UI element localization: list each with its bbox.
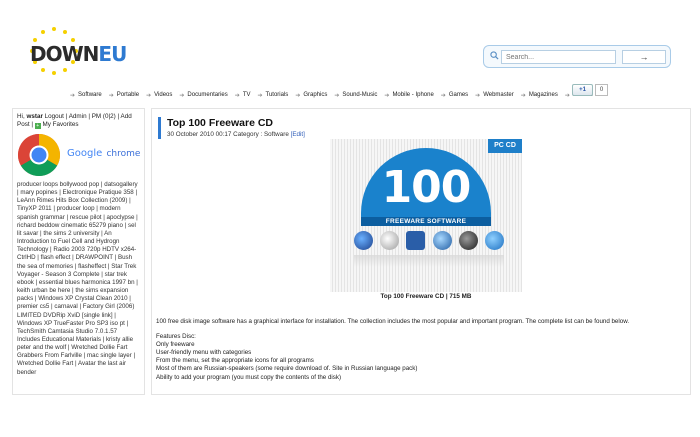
google-plus-one-button[interactable]: +1 xyxy=(572,84,593,96)
sidebar: Hi, wstar Logout | Admin | PM (0|2) | Ad… xyxy=(12,108,145,395)
site-logo[interactable]: DOWNEU xyxy=(18,22,127,80)
nav-item-label: Sound-Music xyxy=(342,92,378,98)
media-player-icon xyxy=(354,231,373,250)
nav-arrow-icon: ➔ xyxy=(475,92,481,99)
nav-arrow-icon: ➔ xyxy=(564,92,570,99)
feature-item: Only freeware xyxy=(156,341,195,349)
nav-item-label: Documentaries xyxy=(187,92,228,98)
chrome-ad-banner[interactable]: Google chrome xyxy=(17,133,140,179)
disc-band: FREEWARE SOFTWARE xyxy=(361,217,491,226)
nav-item-label: Tutorials xyxy=(265,92,289,98)
logo-star-icon xyxy=(52,71,56,75)
nav-item-label: Portable xyxy=(116,92,140,98)
nav-item-magazines[interactable]: ➔ Magazines xyxy=(521,92,558,99)
nav-arrow-icon: ➔ xyxy=(146,92,152,99)
feature-item: User-friendly menu with categories xyxy=(156,349,252,357)
nav-item-tv[interactable]: ➔ TV xyxy=(235,92,251,99)
tag-cloud[interactable]: producer loops bollywood pop | datsogall… xyxy=(17,181,140,377)
nav-arrow-icon: ➔ xyxy=(520,92,526,99)
logo-star-icon xyxy=(63,29,67,34)
nav-arrow-icon: ➔ xyxy=(334,92,340,99)
post-meta: 30 October 2010 00:17 Category : Softwar… xyxy=(167,131,305,138)
logo-star-icon xyxy=(41,29,45,34)
pm-link[interactable]: PM (0|2) xyxy=(92,113,116,120)
nav-arrow-icon: ➔ xyxy=(384,92,390,99)
post-content: Top 100 Freeware CD 30 October 2010 00:1… xyxy=(151,108,691,395)
disc-burner-icon xyxy=(380,231,400,250)
nav-arrow-icon: ➔ xyxy=(257,92,263,99)
nav-item-tutorials[interactable]: ➔ Tutorials xyxy=(257,92,288,99)
feature-item: Ability to add your program (you must co… xyxy=(156,373,342,381)
nav-item-label: Videos xyxy=(154,92,173,98)
post-date-category: 30 October 2010 00:17 Category : Softwar… xyxy=(167,131,289,138)
favorites-link[interactable]: My Favorites xyxy=(43,121,79,128)
plus-icon: + xyxy=(34,123,41,129)
cover-image: PC CD 100 FREEWARE SOFTWARE xyxy=(330,139,522,292)
nav-arrow-icon: ➔ xyxy=(70,92,76,99)
search-input[interactable] xyxy=(501,50,616,64)
features-title: Features Disc: xyxy=(156,333,196,341)
chrome-logo-icon xyxy=(17,134,61,177)
greeting: Hi, xyxy=(17,113,25,120)
nav-item-documentaries[interactable]: ➔ Documentaries xyxy=(179,92,227,99)
browser-icon xyxy=(484,231,504,250)
google-wordmark: Google xyxy=(67,148,103,159)
post-description: 100 free disk image software has a graph… xyxy=(156,318,686,382)
logo-star-icon xyxy=(63,68,67,73)
nav-item-label: TV xyxy=(242,92,251,98)
disc-number: 100 xyxy=(381,162,472,213)
logout-link[interactable]: Logout xyxy=(45,113,64,120)
plus-one-count: 0 xyxy=(595,84,608,96)
logo-text: DOWNEU xyxy=(30,42,127,66)
nav-item-label: Webmaster xyxy=(483,92,514,98)
cover-caption: Top 100 Freeware CD | 715 MB xyxy=(380,293,472,300)
nav-item-portable[interactable]: ➔ Portable xyxy=(109,92,139,99)
nav-item-software[interactable]: ➔ Software xyxy=(70,92,102,99)
nav-arrow-icon: ➔ xyxy=(179,92,185,99)
pc-cd-badge: PC CD xyxy=(488,139,522,153)
post-title[interactable]: Top 100 Freeware CD xyxy=(167,117,273,129)
nav-item-sound-music[interactable]: ➔ Sound-Music xyxy=(334,92,377,99)
feature-item: Most of them are Russian-speakers (some … xyxy=(156,365,418,373)
chat-icon xyxy=(432,231,452,250)
icons-reflection xyxy=(354,255,504,267)
nav-arrow-icon: ➔ xyxy=(440,92,446,99)
nav-item-mobile-iphone[interactable]: ➔ Mobile - Iphone xyxy=(384,92,433,99)
nav-item-webmaster[interactable]: ➔ Webmaster xyxy=(475,92,514,99)
nav-item-label: Magazines xyxy=(528,92,558,98)
search-box: → xyxy=(483,45,671,68)
nav-item-games[interactable]: ➔ Games xyxy=(441,92,468,99)
nav-item-videos[interactable]: ➔ Videos xyxy=(146,92,172,99)
user-panel: Hi, wstar Logout | Admin | PM (0|2) | Ad… xyxy=(17,113,132,129)
google-chrome-wordmark: Google chrome xyxy=(67,148,140,159)
edit-link[interactable]: [Edit] xyxy=(291,131,305,138)
nav-arrow-icon: ➔ xyxy=(234,92,240,99)
main-nav: ➔ Software ➔ Portable ➔ Videos ➔ Documentaries ➔… xyxy=(70,88,600,102)
logo-star-icon xyxy=(52,27,56,31)
app-icons-row xyxy=(354,231,504,253)
nav-arrow-icon: ➔ xyxy=(295,92,301,99)
username: wstar xyxy=(26,113,43,120)
nav-item-label: Software xyxy=(78,92,102,98)
nav-item-label: Graphics xyxy=(303,92,328,98)
feature-item: From the menu, set the appropriate icons… xyxy=(156,357,314,365)
word-processor-icon xyxy=(406,231,426,250)
admin-link[interactable]: Admin xyxy=(69,113,87,120)
search-go-button[interactable]: → xyxy=(622,50,666,64)
nav-item-label: Games xyxy=(448,92,469,98)
search-icon xyxy=(490,51,499,60)
nav-arrow-icon: ➔ xyxy=(108,92,114,99)
nav-item-label: Mobile - Iphone xyxy=(392,92,434,98)
description-intro: 100 free disk image software has a graph… xyxy=(156,318,630,325)
title-accent-bar xyxy=(158,117,161,139)
chrome-wordmark: chrome xyxy=(106,149,141,159)
nav-item-graphics[interactable]: ➔ Graphics xyxy=(295,92,327,99)
dark-app-icon xyxy=(458,231,478,250)
logo-star-icon xyxy=(41,68,45,73)
